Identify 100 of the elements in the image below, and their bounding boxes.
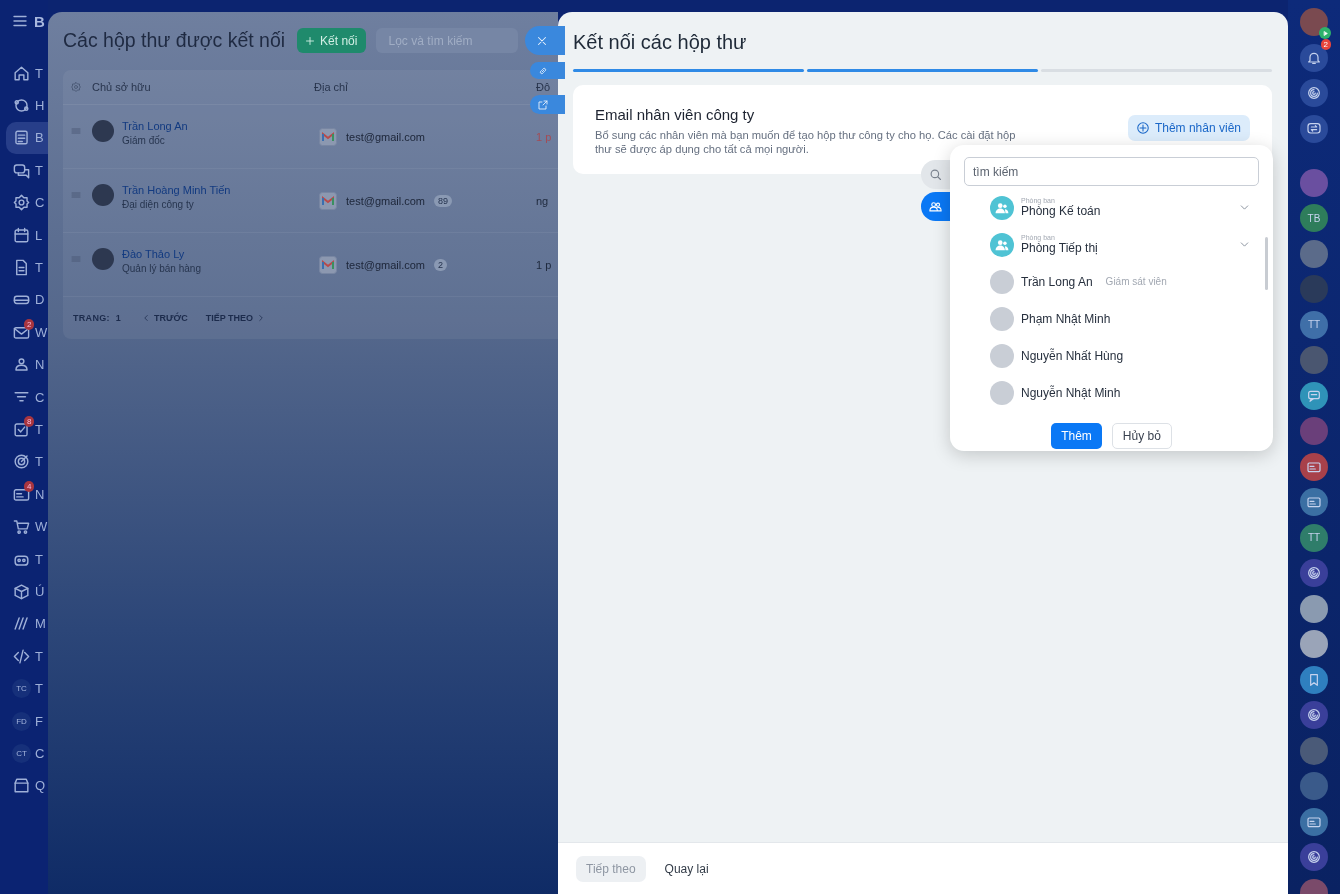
search-field[interactable]: tìm kiếm: [964, 157, 1259, 186]
page-title: Các hộp thư được kết nối: [63, 29, 286, 52]
sidebar-item[interactable]: CT C: [0, 737, 48, 770]
sidebar-item[interactable]: Q: [0, 769, 48, 802]
count-badge: 8: [24, 416, 35, 428]
avatar-button[interactable]: [1300, 594, 1328, 623]
spiral-icon: [1306, 707, 1322, 723]
employee-item[interactable]: Nguyễn Nhất Hùng: [990, 337, 1259, 374]
settings-icon: [70, 81, 82, 93]
sidebar-item[interactable]: T: [0, 445, 48, 479]
sidebar-label: B: [35, 130, 44, 146]
sidebar-item[interactable]: T: [0, 542, 48, 576]
back-button[interactable]: Quay lại: [664, 861, 709, 876]
cancel-button[interactable]: Hủy bỏ: [1111, 423, 1172, 449]
connect-button[interactable]: Kết nối: [297, 28, 367, 53]
employee-item[interactable]: Phạm Nhật Minh: [990, 300, 1259, 337]
spiral-button[interactable]: [1300, 701, 1328, 729]
exchange-button[interactable]: [1300, 114, 1328, 143]
table-cell-text: ng: [536, 194, 550, 207]
exchange-icon: [1306, 120, 1322, 137]
chat-bubble-button[interactable]: [1300, 381, 1328, 410]
sidebar-item[interactable]: B: [6, 121, 48, 155]
sidebar-item[interactable]: W: [0, 510, 48, 543]
card-button[interactable]: [1300, 807, 1328, 836]
sidebar-item[interactable]: T: [0, 251, 48, 284]
sidebar-label: L: [35, 227, 43, 243]
avatar-button[interactable]: [1300, 630, 1328, 658]
sidebar-label: T: [35, 162, 43, 178]
sidebar-item[interactable]: T 8: [0, 413, 48, 446]
sidebar-label: D: [35, 292, 45, 308]
group-button[interactable]: [921, 192, 951, 221]
sidebar-label: T: [35, 422, 43, 437]
sidebar-item[interactable]: T: [0, 154, 48, 187]
spiral-button[interactable]: [1300, 559, 1328, 587]
avatar-placeholder: [990, 343, 1014, 368]
avatar-button[interactable]: [1300, 8, 1328, 36]
sidebar-item[interactable]: FD F: [0, 704, 48, 738]
column-header: Chủ sở hữu: [92, 81, 152, 93]
avatar-placeholder: [990, 306, 1014, 331]
sidebar-item[interactable]: TC T: [0, 672, 48, 705]
add-employee-button[interactable]: Thêm nhân viên: [1127, 115, 1250, 141]
sidebar-item[interactable]: T: [0, 640, 48, 673]
spiral-button[interactable]: [1300, 843, 1328, 871]
employee-item[interactable]: Nguyễn Nhật Minh: [990, 374, 1259, 411]
sidebar-item[interactable]: C: [0, 380, 48, 414]
email-address: test@gmail.com: [346, 258, 426, 271]
sidebar-label: T: [35, 65, 43, 81]
link-button[interactable]: [530, 62, 565, 79]
sidebar-item[interactable]: Ú: [0, 575, 48, 608]
document-icon: [12, 128, 31, 148]
sidebar-item[interactable]: L: [0, 218, 48, 252]
sidebar-item[interactable]: D: [0, 283, 48, 317]
avatar-placeholder: [92, 183, 114, 206]
cube-icon: [12, 581, 31, 601]
initials-avatar: CT: [12, 743, 31, 763]
page-number: 1: [115, 313, 122, 323]
owner-role: Quản lý bán hàng: [122, 262, 201, 274]
scrollbar-thumb: [1265, 237, 1268, 290]
confirm-button[interactable]: Thêm: [1051, 423, 1102, 449]
sidebar-label: H: [35, 98, 45, 114]
owner-role: Đại diện công ty: [122, 198, 195, 210]
sidebar-item[interactable]: C: [0, 186, 48, 219]
sidebar-label: C: [35, 389, 45, 405]
sidebar-label: W: [35, 519, 48, 535]
target-icon: [12, 452, 31, 472]
count-badge: 2: [434, 258, 448, 271]
initials-avatar[interactable]: TB: [1300, 204, 1328, 232]
sidebar-label: T: [35, 551, 43, 567]
sidebar-label: T: [35, 648, 43, 664]
sidebar-label: F: [35, 713, 43, 729]
gear-icon: [12, 193, 31, 213]
sidebar-label: Q: [35, 778, 46, 794]
spiral-button[interactable]: [1300, 79, 1328, 107]
sidebar-label: C: [35, 745, 45, 761]
card-button[interactable]: [1300, 452, 1328, 481]
search-icon: [928, 167, 943, 182]
initials-avatar[interactable]: TT: [1300, 310, 1328, 339]
app-logo: B: [34, 12, 45, 30]
email-address: test@gmail.com: [346, 130, 426, 143]
bookmark-button[interactable]: [1300, 665, 1328, 694]
count-badge: 4: [24, 481, 35, 493]
sidebar-item[interactable]: N: [0, 348, 48, 381]
employee-item[interactable]: Trần Long An Giám sát viên: [990, 263, 1259, 300]
panel-title: Kết nối các hộp thư: [573, 30, 748, 54]
search-button[interactable]: [921, 160, 951, 189]
column-header: Đô: [536, 81, 552, 93]
people-icon: [928, 199, 943, 214]
sidebar-item[interactable]: M: [0, 607, 48, 641]
card-button[interactable]: [1300, 488, 1328, 516]
sidebar-item[interactable]: H: [0, 89, 48, 122]
sidebar-item[interactable]: W 2: [0, 316, 48, 349]
avatar-button[interactable]: [1300, 239, 1328, 268]
sidebar-item[interactable]: N 4: [0, 478, 48, 511]
sidebar-label: T: [35, 454, 43, 470]
initials-avatar: TC: [12, 679, 31, 699]
table-cell-text: 1 p: [536, 258, 553, 271]
initials-avatar[interactable]: TT: [1300, 523, 1328, 552]
employee-role: Giám sát viên: [1105, 276, 1167, 287]
sidebar-label: W: [35, 324, 48, 340]
sidebar-item[interactable]: T: [0, 57, 48, 90]
